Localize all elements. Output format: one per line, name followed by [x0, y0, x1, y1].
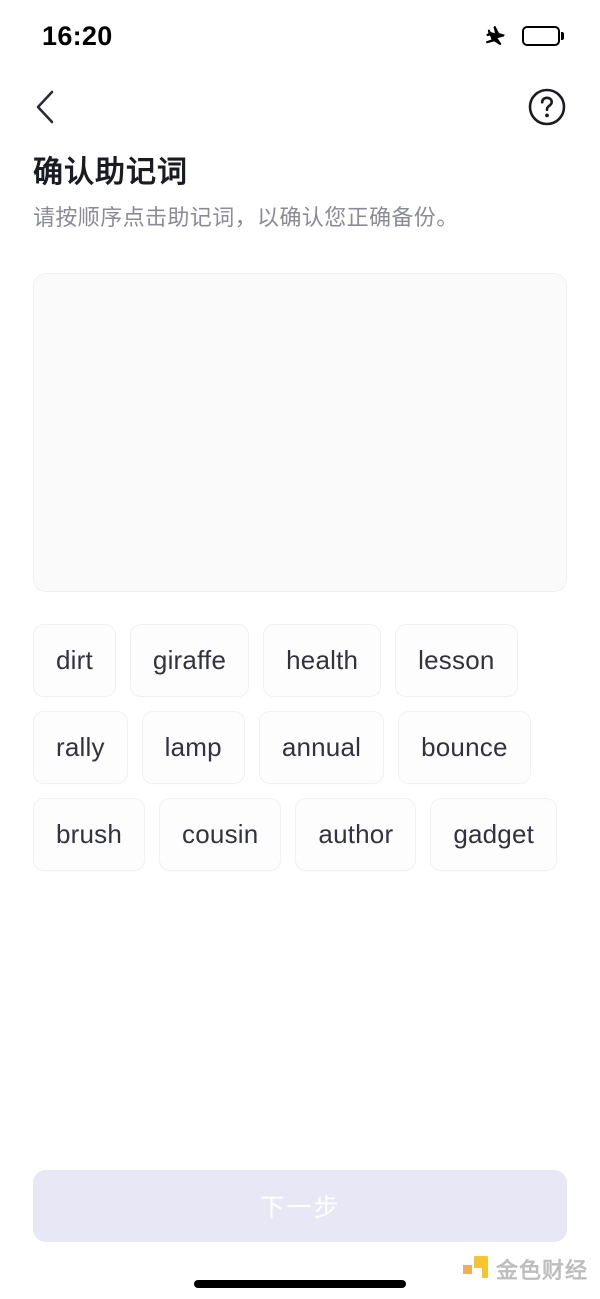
selected-words-area[interactable] [33, 273, 567, 592]
word-chip[interactable]: gadget [430, 798, 558, 871]
word-pool: dirt giraffe health lesson rally lamp annual bo… [33, 624, 567, 871]
question-mark-circle-icon [527, 87, 567, 130]
status-time: 16:20 [42, 20, 113, 51]
jinse-logo-icon [462, 1256, 489, 1282]
word-chip[interactable]: dirt [33, 624, 116, 697]
page-title: 确认助记词 [33, 156, 188, 189]
home-indicator [194, 1280, 406, 1288]
word-chip[interactable]: annual [258, 711, 385, 784]
word-chip[interactable]: giraffe [129, 624, 250, 697]
status-indicators [483, 23, 564, 49]
header-block: 确认助记词 请按顺序点击助记词，以确认您正确备份。 [33, 154, 567, 232]
chevron-left-icon [32, 89, 58, 128]
word-chip[interactable]: rally [33, 711, 128, 784]
watermark: 金色财经 [462, 1253, 588, 1285]
status-bar: 16:20 [0, 0, 600, 72]
battery-icon [522, 26, 564, 47]
page-subtitle: 请按顺序点击助记词，以确认您正确备份。 [33, 204, 459, 230]
mnemonic-confirm-screen: 16:20 确认助记词 请按顺序点击助记词，以确认您正确备份。 dirt gir… [0, 0, 600, 1299]
word-chip[interactable]: lesson [395, 624, 518, 697]
watermark-text: 金色财经 [495, 1258, 588, 1283]
word-chip[interactable]: brush [33, 798, 146, 871]
word-chip[interactable]: bounce [398, 711, 531, 784]
word-chip[interactable]: author [295, 798, 417, 871]
navigation-bar [0, 78, 600, 138]
word-chip[interactable]: cousin [159, 798, 282, 871]
airplane-mode-icon [483, 23, 509, 49]
word-chip[interactable]: health [263, 624, 382, 697]
back-button[interactable] [22, 85, 68, 131]
next-button[interactable]: 下一步 [33, 1170, 567, 1242]
help-button[interactable] [524, 85, 570, 131]
word-chip[interactable]: lamp [141, 711, 245, 784]
